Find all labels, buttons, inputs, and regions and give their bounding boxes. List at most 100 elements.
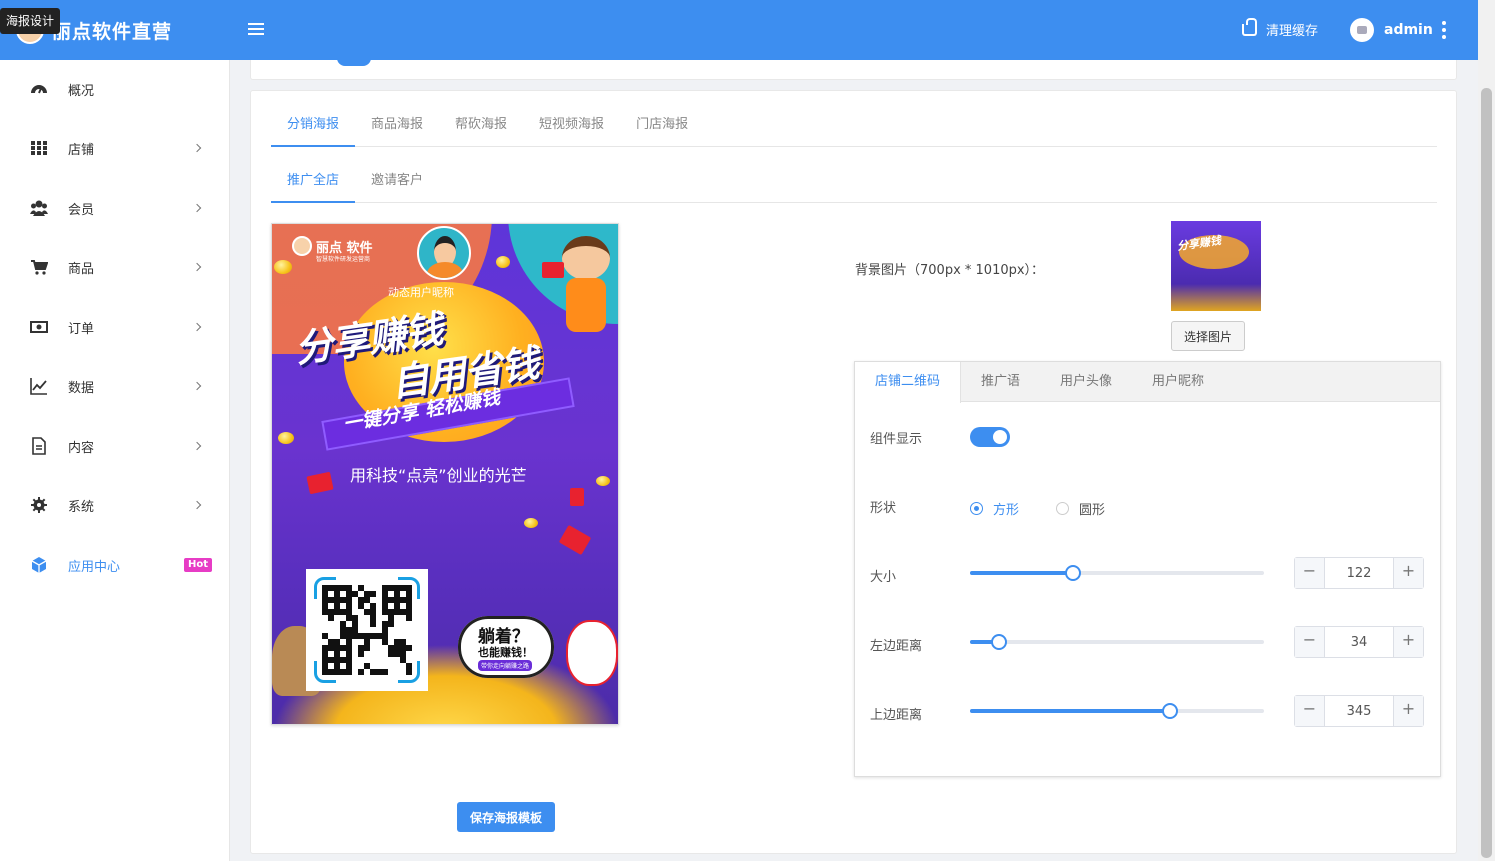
tab-user-nickname[interactable]: 用户昵称: [1132, 362, 1224, 402]
left-decrement-button[interactable]: −: [1295, 627, 1325, 657]
red-envelope-icon: [306, 471, 334, 495]
top-settings-card: [250, 56, 1457, 80]
background-thumbnail[interactable]: 分享赚钱: [1171, 221, 1261, 311]
sidebar-item-members[interactable]: 会员: [0, 188, 230, 228]
tab-invite-customer[interactable]: 邀请客户: [355, 165, 439, 203]
top-offset-input[interactable]: [1325, 696, 1393, 726]
tab-store-poster[interactable]: 门店海报: [620, 109, 704, 147]
more-vertical-icon[interactable]: [1442, 21, 1446, 39]
sidebar-item-label: 商品: [68, 261, 95, 277]
sidebar-item-system[interactable]: 系统: [0, 485, 230, 525]
sidebar-item-overview[interactable]: 概况: [0, 69, 230, 109]
tab-goods-poster[interactable]: 商品海报: [355, 109, 439, 147]
display-label: 组件显示: [870, 432, 923, 447]
cube-icon: [31, 557, 47, 573]
sidebar-item-label: 会员: [68, 202, 95, 218]
chevron-right-icon: [192, 262, 202, 272]
sidebar-item-label: 订单: [68, 321, 95, 337]
cart-icon: [31, 260, 48, 275]
chevron-right-icon: [192, 322, 202, 332]
page-scrollbar[interactable]: [1478, 0, 1495, 861]
top-decrement-button[interactable]: −: [1295, 696, 1325, 726]
tab-user-avatar[interactable]: 用户头像: [1040, 362, 1132, 402]
tab-bargain-poster[interactable]: 帮砍海报: [439, 109, 523, 147]
red-envelope-icon: [570, 488, 584, 506]
chart-icon: [30, 378, 47, 395]
top-toggle-switch[interactable]: [337, 56, 371, 66]
dashboard-icon: [31, 85, 47, 94]
chevron-right-icon: [192, 441, 202, 451]
sidebar-item-orders[interactable]: 订单: [0, 307, 230, 347]
menu-toggle-icon[interactable]: [248, 20, 264, 40]
select-image-button[interactable]: 选择图片: [1171, 321, 1245, 351]
shape-square-radio[interactable]: 方形: [970, 499, 1019, 518]
tab-distribution-poster[interactable]: 分销海报: [271, 109, 356, 147]
poster-brand-name: 丽点 软件: [316, 240, 373, 256]
user-menu[interactable]: admin: [1350, 18, 1433, 42]
sidebar-item-app-center[interactable]: 应用中心 Hot: [0, 545, 230, 585]
top-offset-label: 上边距离: [870, 708, 923, 723]
tab-video-poster[interactable]: 短视频海报: [523, 109, 620, 147]
poster-nickname[interactable]: 动态用户昵称: [388, 284, 454, 300]
tab-store-qr[interactable]: 店铺二维码: [855, 362, 962, 403]
poster-slogan[interactable]: 用科技“点亮”创业的光芒: [350, 462, 527, 486]
chevron-right-icon: [192, 143, 202, 153]
poster-subtabs: 推广全店 邀请客户: [271, 165, 1437, 203]
gold-coin-icon: [524, 518, 538, 528]
left-offset-slider[interactable]: [970, 632, 1264, 652]
sidebar-item-label: 内容: [68, 440, 95, 456]
chevron-right-icon: [192, 203, 202, 213]
gold-coin-icon: [496, 256, 510, 268]
clear-cache-button[interactable]: 清理缓存: [1242, 17, 1318, 39]
sidebar: 概况 店铺 会员 商品 订单 数据 内容 系统 应用中心 Hot: [0, 60, 230, 861]
poster-brand-sub: 智慧软件研发运营商: [316, 256, 371, 263]
top-offset-slider[interactable]: [970, 701, 1264, 721]
user-name: admin: [1384, 22, 1433, 38]
poster-type-tabs: 分销海报 商品海报 帮砍海报 短视频海报 门店海报: [271, 109, 1437, 147]
top-header: 丽点软件直营 清理缓存 admin: [0, 0, 1478, 60]
thumbnail-text: 分享赚钱: [1176, 233, 1222, 253]
poster-user-avatar[interactable]: [417, 226, 471, 280]
lucky-cat-figure: [566, 620, 618, 686]
sidebar-item-label: 数据: [68, 380, 95, 396]
red-envelope-icon: [542, 262, 564, 278]
grid-icon: [31, 141, 47, 155]
size-slider[interactable]: [970, 563, 1264, 583]
mascot-figure: [558, 226, 614, 346]
display-toggle[interactable]: [970, 427, 1010, 447]
background-image-label: 背景图片（700px * 1010px）：: [855, 263, 1045, 278]
sidebar-item-data[interactable]: 数据: [0, 366, 230, 406]
sidebar-item-label: 系统: [68, 499, 95, 515]
top-increment-button[interactable]: +: [1393, 696, 1423, 726]
left-increment-button[interactable]: +: [1393, 627, 1423, 657]
tab-promo-text[interactable]: 推广语: [961, 362, 1040, 402]
sidebar-item-goods[interactable]: 商品: [0, 247, 230, 287]
size-input[interactable]: [1325, 558, 1393, 588]
chevron-right-icon: [192, 381, 202, 391]
sidebar-item-content[interactable]: 内容: [0, 426, 230, 466]
gold-coin-icon: [274, 260, 292, 274]
poster-preview: 丽点 软件 智慧软件研发运营商 动态用户昵称 分享赚钱 自用省钱 一键分享 轻松…: [271, 223, 619, 725]
size-decrement-button[interactable]: −: [1295, 558, 1325, 588]
left-offset-input[interactable]: [1325, 627, 1393, 657]
sidebar-item-store[interactable]: 店铺: [0, 128, 230, 168]
basket-icon: [1242, 17, 1257, 36]
store-qr-code[interactable]: [306, 569, 428, 691]
users-icon: [30, 200, 48, 216]
size-label: 大小: [870, 570, 897, 585]
size-increment-button[interactable]: +: [1393, 558, 1423, 588]
gold-coin-icon: [278, 432, 294, 444]
size-stepper: − +: [1294, 557, 1424, 589]
brand-name: 丽点软件直营: [52, 20, 173, 43]
top-offset-stepper: − +: [1294, 695, 1424, 727]
avatar: [1350, 18, 1374, 42]
tab-promote-store[interactable]: 推广全店: [271, 165, 356, 203]
component-settings-panel: 店铺二维码 推广语 用户头像 用户昵称 组件显示 形状 方形 圆形 大小 − +…: [854, 361, 1441, 777]
cloud-subtitle: 也能赚钱！: [478, 646, 533, 659]
poster-brand: 丽点 软件: [292, 236, 373, 256]
shape-circle-radio[interactable]: 圆形: [1056, 499, 1105, 518]
gear-icon: [31, 497, 47, 513]
save-poster-template-button[interactable]: 保存海报模板: [457, 802, 555, 832]
scrollbar-thumb[interactable]: [1481, 88, 1492, 858]
money-icon: [30, 321, 48, 333]
